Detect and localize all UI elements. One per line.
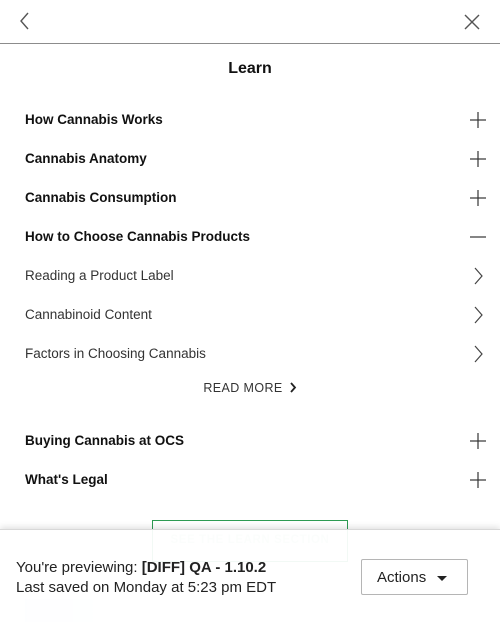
section-label: How Cannabis Works [25, 112, 163, 127]
section-label: Cannabis Consumption [25, 190, 177, 205]
read-more-link[interactable]: READ MORE [0, 381, 500, 395]
section-label: Cannabis Anatomy [25, 151, 147, 166]
plus-icon [470, 150, 486, 167]
plus-icon [470, 111, 486, 128]
chevron-right-icon [289, 382, 296, 393]
page-title: Learn [228, 60, 272, 77]
top-bar [0, 0, 500, 44]
preview-status: You're previewing: [DIFF] QA - 1.10.2 [16, 559, 266, 576]
section-cannabis-consumption[interactable]: Cannabis Consumption [25, 178, 495, 217]
preview-bar: You're previewing: [DIFF] QA - 1.10.2 La… [0, 529, 500, 622]
minus-icon [470, 235, 486, 238]
section-how-cannabis-works[interactable]: How Cannabis Works [25, 100, 495, 139]
sub-item-factors[interactable]: Factors in Choosing Cannabis [25, 334, 495, 373]
section-label: What's Legal [25, 472, 108, 487]
actions-dropdown[interactable]: Actions [361, 559, 468, 595]
section-label: Buying Cannabis at OCS [25, 433, 185, 448]
chevron-right-icon [474, 267, 483, 284]
close-icon [464, 14, 480, 30]
sub-item-cannabinoid-content[interactable]: Cannabinoid Content [25, 295, 495, 334]
chevron-right-icon [474, 345, 483, 362]
last-saved-text: Last saved on Monday at 5:23 pm EDT [16, 579, 277, 596]
sub-item-label: Cannabinoid Content [25, 307, 152, 322]
plus-icon [470, 471, 486, 488]
sub-item-label: Reading a Product Label [25, 268, 174, 283]
sub-item-reading-label[interactable]: Reading a Product Label [25, 256, 495, 295]
section-how-to-choose[interactable]: How to Choose Cannabis Products [25, 217, 495, 256]
actions-label: Actions [377, 569, 427, 586]
plus-icon [470, 189, 486, 206]
preview-prefix: You're previewing: [16, 559, 142, 576]
back-button[interactable] [14, 10, 36, 32]
chevron-right-icon [474, 306, 483, 323]
chevron-left-icon [20, 12, 29, 30]
section-cannabis-anatomy[interactable]: Cannabis Anatomy [25, 139, 495, 178]
caret-down-icon [437, 576, 447, 581]
plus-icon [470, 432, 486, 449]
read-more-label: READ MORE [203, 381, 283, 395]
section-whats-legal[interactable]: What's Legal [25, 460, 495, 499]
sub-item-label: Factors in Choosing Cannabis [25, 346, 206, 361]
close-button[interactable] [461, 11, 483, 33]
preview-name: [DIFF] QA - 1.10.2 [141, 559, 267, 576]
section-label: How to Choose Cannabis Products [25, 229, 251, 244]
section-buying-at-ocs[interactable]: Buying Cannabis at OCS [25, 421, 495, 460]
